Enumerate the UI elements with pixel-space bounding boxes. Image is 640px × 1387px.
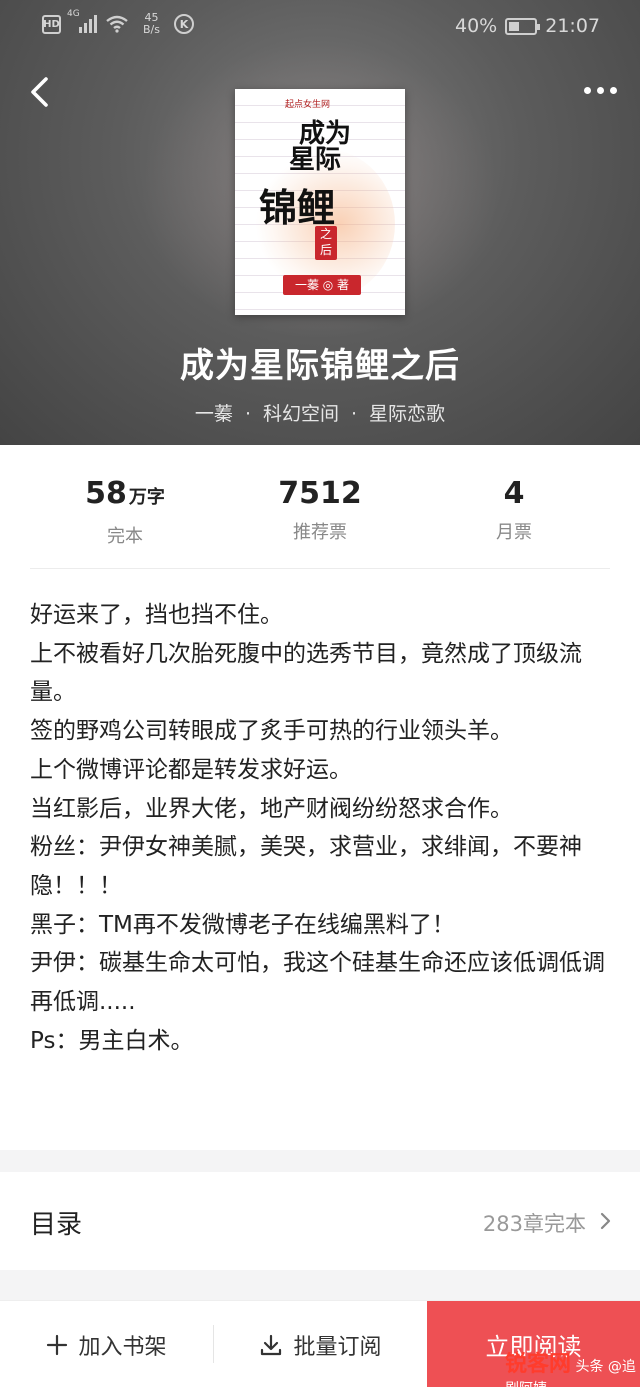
cover-seal: 之后 (315, 226, 337, 260)
stat-monthly-votes[interactable]: 4 月票 (414, 476, 614, 544)
toc-title: 目录 (30, 1210, 83, 1240)
more-dots-icon (583, 86, 591, 94)
author-link[interactable]: 一蓁 (195, 403, 233, 425)
status-bar: HD 4G 45 B/s K 40% 21:07 (0, 0, 640, 52)
synopsis-line: 上不被看好几次胎死腹中的选秀节目，竟然成了顶级流量。 (30, 640, 582, 706)
add-to-shelf-button[interactable]: 加入书架 (0, 1301, 213, 1387)
stats-row: 58 万字 完本 7512 推荐票 4 月票 (0, 476, 640, 547)
chevron-right-icon (600, 1212, 611, 1230)
subcategory-link[interactable]: 星际恋歌 (369, 403, 445, 425)
book-cover[interactable]: 起点女生网 成为 星际 锦鲤 之后 一蓁 ◎ 著 (235, 89, 405, 315)
synopsis[interactable]: 好运来了，挡也挡不住。 上不被看好几次胎死腹中的选秀节目，竟然成了顶级流量。 签… (30, 596, 610, 1060)
more-options-button[interactable] (580, 80, 620, 100)
battery-percent: 40% (455, 15, 498, 37)
cover-title: 成为 星际 (289, 119, 352, 175)
batch-subscribe-button[interactable]: 批量订阅 (214, 1301, 427, 1387)
toc-chapter-status: 283章完本 (482, 1212, 586, 1236)
book-title: 成为星际锦鲤之后 (180, 346, 460, 386)
synopsis-line: 好运来了，挡也挡不住。 (30, 602, 283, 628)
synopsis-line: 签的野鸡公司转眼成了炙手可热的行业领头羊。 (30, 718, 513, 745)
hd-badge: HD (42, 14, 61, 34)
plus-icon (47, 1334, 68, 1355)
synopsis-line: 当红影后，业界大佬，地产财阀纷纷怒求合作。 (30, 795, 513, 822)
battery-icon (505, 17, 541, 35)
synopsis-line: 尹伊：碳基生命太可怕，我这个硅基生命还应该低调低调再低调..... (30, 950, 605, 1016)
stat-word-count: 58 万字 完本 (85, 476, 165, 547)
synopsis-line: Ps：男主白术。 (30, 1027, 194, 1054)
download-icon (261, 1334, 282, 1355)
synopsis-line: 上个微博评论都是转发求好运。 (30, 756, 352, 783)
watermark: 锐客网 头条 @追剧阿姨 (505, 1352, 636, 1387)
table-of-contents-row[interactable]: 目录 283章完本 (0, 1172, 640, 1270)
cover-publisher-logo: 起点女生网 (285, 100, 331, 110)
divider (30, 568, 610, 569)
stat-recommend-votes[interactable]: 7512 推荐票 (220, 476, 420, 544)
cover-title-big: 锦鲤 (259, 185, 336, 230)
clock: 21:07 (545, 15, 600, 37)
cellular-signal-icon: 4G (67, 9, 97, 33)
back-button[interactable] (24, 74, 56, 110)
synopsis-line: 粉丝：尹伊女神美腻，美哭，求营业，求绯闻，不要神隐！！！ (30, 834, 582, 899)
book-meta: 一蓁 · 科幻空间 · 星际恋歌 (194, 403, 446, 425)
synopsis-line: 黑子：TM再不发微博老子在线编黑料了！ (30, 911, 455, 938)
network-speed: 45 B/s (143, 11, 160, 36)
cover-author-tag: 一蓁 ◎ 著 (283, 275, 361, 295)
wifi-icon (106, 15, 128, 33)
category-link[interactable]: 科幻空间 (263, 403, 339, 425)
k-app-icon: K (173, 14, 194, 34)
